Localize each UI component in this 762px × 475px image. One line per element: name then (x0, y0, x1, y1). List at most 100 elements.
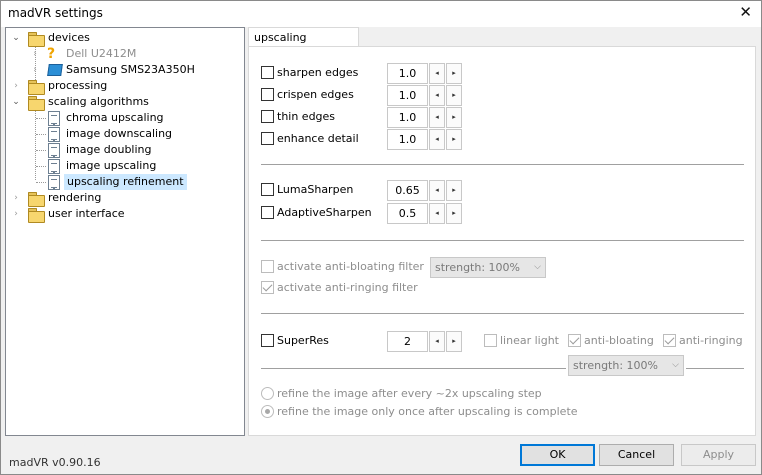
chevron-down-icon: ⌵ (672, 360, 679, 370)
lumasharpen-stepper[interactable]: 0.65 ◂ ▸ (387, 180, 463, 201)
divider (686, 368, 744, 369)
document-icon (48, 111, 60, 126)
crispen-edges-checkbox[interactable] (261, 88, 274, 101)
folder-icon (28, 80, 45, 95)
tree-item-label: image doubling (66, 143, 152, 156)
checkbox-label: activate anti-ringing filter (277, 281, 418, 294)
monitor-icon (47, 64, 63, 76)
refine-once-radio[interactable] (261, 405, 274, 418)
tree-item-user-interface[interactable]: › user interface (6, 206, 244, 223)
tree-item-devices[interactable]: ⌄ devices (6, 30, 244, 47)
thin-edges-stepper[interactable]: 1.0 ◂ ▸ (387, 107, 463, 128)
chevron-right-icon[interactable]: › (11, 78, 21, 94)
tree-item-dell[interactable]: › ? Dell U2412M (6, 46, 244, 62)
anti-ringing-checkbox[interactable] (261, 281, 274, 294)
tree-item-image-doubling[interactable]: image doubling (6, 142, 244, 158)
increment-icon[interactable]: ▸ (446, 203, 462, 224)
decrement-icon[interactable]: ◂ (429, 85, 445, 106)
stepper-value[interactable]: 0.5 (387, 203, 428, 224)
cancel-button[interactable]: Cancel (599, 444, 674, 466)
checkbox-label: activate anti-bloating filter (277, 260, 424, 273)
refine-every-step-radio[interactable] (261, 387, 274, 400)
thin-edges-checkbox[interactable] (261, 110, 274, 123)
crispen-edges-stepper[interactable]: 1.0 ◂ ▸ (387, 85, 463, 106)
sharpen-edges-stepper[interactable]: 1.0 ◂ ▸ (387, 63, 463, 84)
chevron-down-icon: ⌵ (534, 262, 541, 272)
folder-icon (28, 32, 45, 47)
close-icon[interactable]: ✕ (739, 4, 752, 21)
chevron-right-icon[interactable]: › (11, 206, 21, 222)
linear-light-checkbox[interactable] (484, 334, 497, 347)
stepper-value[interactable]: 0.65 (387, 180, 428, 201)
decrement-icon[interactable]: ◂ (429, 180, 445, 201)
sharpen-edges-checkbox[interactable] (261, 66, 274, 79)
increment-icon[interactable]: ▸ (446, 63, 462, 84)
increment-icon[interactable]: ▸ (446, 180, 462, 201)
tree-item-image-downscaling[interactable]: image downscaling (6, 126, 244, 142)
tree-item-processing[interactable]: › processing (6, 78, 244, 95)
stepper-value[interactable]: 1.0 (387, 85, 428, 106)
chevron-down-icon[interactable]: ⌄ (11, 94, 21, 110)
checkbox-label: AdaptiveSharpen (277, 206, 372, 219)
adaptivesharpen-stepper[interactable]: 0.5 ◂ ▸ (387, 203, 463, 224)
superres-strength-select[interactable]: strength: 100% ⌵ (568, 355, 684, 376)
stepper-value[interactable]: 1.0 (387, 107, 428, 128)
checkbox-label: anti-ringing (679, 334, 743, 347)
enhance-detail-checkbox[interactable] (261, 132, 274, 145)
stepper-value[interactable]: 1.0 (387, 63, 428, 84)
stepper-value[interactable]: 1.0 (387, 129, 428, 150)
chevron-right-icon[interactable]: › (30, 62, 40, 78)
settings-tree[interactable]: ⌄ devices › ? Dell U2412M › Samsung SMS2… (5, 27, 245, 436)
decrement-icon[interactable]: ◂ (429, 129, 445, 150)
tree-item-scaling-algorithms[interactable]: ⌄ scaling algorithms (6, 94, 244, 111)
apply-button[interactable]: Apply (681, 444, 756, 466)
radio-label: refine the image after every ~2x upscali… (277, 387, 542, 400)
anti-bloating-checkbox[interactable] (261, 260, 274, 273)
unknown-device-icon: ? (47, 46, 56, 62)
window-title: madVR settings (8, 6, 103, 20)
tree-item-samsung[interactable]: › Samsung SMS23A350H (6, 62, 244, 78)
increment-icon[interactable]: ▸ (446, 129, 462, 150)
tree-item-label: image downscaling (66, 127, 173, 140)
increment-icon[interactable]: ▸ (446, 107, 462, 128)
checkbox-label: LumaSharpen (277, 183, 354, 196)
tab-upscaling-refinement[interactable]: upscaling refinement (248, 27, 359, 57)
adaptivesharpen-checkbox[interactable] (261, 206, 274, 219)
decrement-icon[interactable]: ◂ (429, 63, 445, 84)
anti-bloating-strength-select[interactable]: strength: 100% ⌵ (430, 257, 546, 278)
tree-item-rendering[interactable]: › rendering (6, 190, 244, 207)
ok-button[interactable]: OK (520, 444, 595, 466)
folder-icon (28, 96, 45, 111)
tree-item-label: Samsung SMS23A350H (66, 63, 195, 76)
decrement-icon[interactable]: ◂ (429, 107, 445, 128)
checkbox-label: sharpen edges (277, 66, 359, 79)
decrement-icon[interactable]: ◂ (429, 203, 445, 224)
checkbox-label: enhance detail (277, 132, 359, 145)
enhance-detail-stepper[interactable]: 1.0 ◂ ▸ (387, 129, 463, 150)
superres-stepper[interactable]: 2 ◂ ▸ (387, 331, 463, 352)
tree-item-label: upscaling refinement (64, 174, 187, 190)
chevron-right-icon[interactable]: › (30, 46, 40, 62)
tree-item-upscaling-refinement[interactable]: upscaling refinement (6, 174, 244, 190)
decrement-icon[interactable]: ◂ (429, 331, 445, 352)
stepper-value[interactable]: 2 (387, 331, 428, 352)
version-label: madVR v0.90.16 (9, 456, 101, 469)
chevron-right-icon[interactable]: › (11, 190, 21, 206)
select-value: strength: 100% (435, 261, 520, 274)
document-icon (48, 143, 60, 158)
increment-icon[interactable]: ▸ (446, 331, 462, 352)
checkbox-label: anti-bloating (584, 334, 654, 347)
superres-checkbox[interactable] (261, 334, 274, 347)
lumasharpen-checkbox[interactable] (261, 183, 274, 196)
folder-icon (28, 192, 45, 207)
divider (261, 313, 744, 314)
tree-item-chroma-upscaling[interactable]: chroma upscaling (6, 110, 244, 126)
tree-item-image-upscaling[interactable]: image upscaling (6, 158, 244, 174)
chevron-down-icon[interactable]: ⌄ (11, 30, 21, 46)
increment-icon[interactable]: ▸ (446, 85, 462, 106)
tree-item-label: processing (48, 79, 108, 92)
folder-icon (28, 208, 45, 223)
tree-item-label: image upscaling (66, 159, 157, 172)
superres-anti-ringing-checkbox[interactable] (663, 334, 676, 347)
superres-anti-bloating-checkbox[interactable] (568, 334, 581, 347)
